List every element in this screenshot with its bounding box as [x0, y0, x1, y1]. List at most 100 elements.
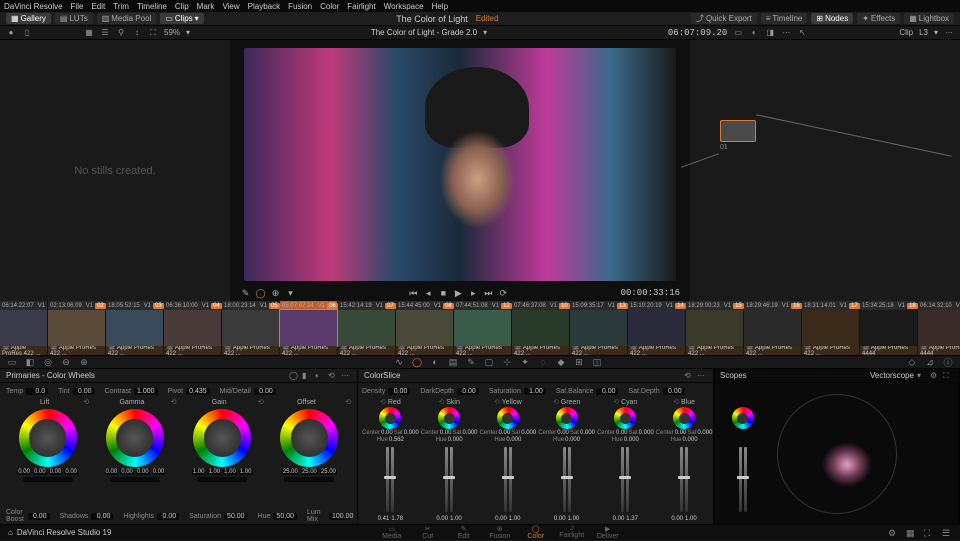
- loop-icon[interactable]: ⟳: [498, 288, 509, 299]
- effects-toggle[interactable]: ✦Effects: [857, 13, 900, 24]
- reset-icon[interactable]: ⟲: [345, 398, 351, 406]
- reset-icon[interactable]: ⟲: [673, 398, 679, 406]
- thumbnail-clip[interactable]: 15:10:20:19V114🎬 Apple ProRes 422 ...: [628, 301, 685, 355]
- slice-wheel[interactable]: [497, 407, 519, 429]
- zoom-pct[interactable]: 59%: [164, 28, 180, 37]
- wheels-icon[interactable]: ◯: [411, 356, 423, 368]
- menu-view[interactable]: View: [222, 2, 239, 11]
- qualifier-icon[interactable]: ✎: [240, 288, 251, 299]
- slice-bottom-values[interactable]: 0.411.78: [378, 516, 403, 522]
- color-wheel[interactable]: [193, 409, 251, 467]
- middetail-value[interactable]: 0.00: [254, 388, 276, 395]
- thumbnail-clip[interactable]: 02:13:06:09V102🎬 Apple ProRes 422 ...: [48, 301, 105, 355]
- thumbnail-clip[interactable]: 18:29:46:19V116🎬 Apple ProRes 422 ...: [744, 301, 801, 355]
- menu-clip[interactable]: Clip: [175, 2, 189, 11]
- cursor-icon[interactable]: ↖: [797, 28, 807, 38]
- play-icon[interactable]: ▶: [453, 288, 464, 299]
- clips-mode-icon[interactable]: ◧: [24, 356, 36, 368]
- clips-toggle[interactable]: ▭Clips▾: [160, 13, 203, 24]
- slice-wheel[interactable]: [614, 407, 636, 429]
- first-frame-icon[interactable]: ⏮: [408, 288, 419, 299]
- chevron-down-icon[interactable]: ▾: [917, 371, 927, 381]
- fullscreen-icon[interactable]: ⛶: [924, 528, 934, 538]
- next-frame-icon[interactable]: ▸: [468, 288, 479, 299]
- highlights-value[interactable]: 0.00: [157, 513, 179, 520]
- menu-fairlight[interactable]: Fairlight: [347, 2, 375, 11]
- list-icon[interactable]: ☰: [100, 28, 110, 38]
- timeline-toggle[interactable]: ≡Timeline: [761, 13, 808, 24]
- more-icon[interactable]: ⋯: [697, 371, 707, 381]
- slice-center[interactable]: Center 0.00 Sat 0.000: [538, 430, 595, 436]
- menu-fusion[interactable]: Fusion: [288, 2, 312, 11]
- slice-center[interactable]: Center 0.00 Sat 0.000: [597, 430, 654, 436]
- qualifier-tool-icon[interactable]: ✎: [465, 356, 477, 368]
- menu-trim[interactable]: Trim: [113, 2, 129, 11]
- menu-workspace[interactable]: Workspace: [384, 2, 424, 11]
- reset-icon[interactable]: ⟲: [613, 398, 619, 406]
- wheel-values[interactable]: 1.001.001.001.00: [192, 469, 253, 475]
- slice-bottom-values[interactable]: 0.001.00: [671, 516, 696, 522]
- reset-icon[interactable]: ⟲: [328, 371, 338, 381]
- reset-icon[interactable]: ⟲: [83, 398, 89, 406]
- more-icon[interactable]: ⋯: [944, 28, 954, 38]
- last-frame-icon[interactable]: ⏭: [483, 288, 494, 299]
- project-manager-icon[interactable]: ▦: [906, 528, 916, 538]
- node-editor[interactable]: 01: [690, 40, 960, 301]
- node-1[interactable]: [720, 120, 756, 142]
- timeline-mode-icon[interactable]: ▭: [6, 356, 18, 368]
- tint-value[interactable]: 0.00: [73, 388, 95, 395]
- rgb-icon[interactable]: ▤: [447, 356, 459, 368]
- slice-sat-value[interactable]: 1.00: [524, 388, 546, 395]
- clip-thumbnails[interactable]: 06:14:22:07V1🎬 Apple ProRes 422 ...02:13…: [0, 301, 960, 355]
- thumbnail-clip[interactable]: 15:09:35:17V113🎬 Apple ProRes 422 ...: [570, 301, 627, 355]
- thumbnail-clip[interactable]: 18:29:00:23V115🎬 Apple ProRes 422 ...: [686, 301, 743, 355]
- wheel-jog[interactable]: [284, 477, 334, 482]
- thumbnail-clip[interactable]: 18:05:52:15V103🎬 Apple ProRes 422 ...: [106, 301, 163, 355]
- page-media[interactable]: ▭Media: [374, 524, 410, 541]
- more-icon[interactable]: ⋯: [341, 371, 351, 381]
- thumbnail-clip[interactable]: 06:14:22:07V1🎬 Apple ProRes 422 ...: [0, 301, 47, 355]
- slice-sliders[interactable]: [538, 443, 595, 516]
- window-icon[interactable]: ▢: [483, 356, 495, 368]
- highlight-icon[interactable]: ◐: [749, 28, 759, 38]
- slice-wheel[interactable]: [673, 407, 695, 429]
- nodes-toggle[interactable]: ⊞Nodes: [811, 13, 853, 24]
- reset-icon[interactable]: ⟲: [684, 371, 694, 381]
- monitor-icon[interactable]: ▭: [733, 28, 743, 38]
- bars-mode-icon[interactable]: ▮: [302, 371, 312, 381]
- slice-sliders[interactable]: [421, 443, 478, 516]
- wheel-jog[interactable]: [110, 477, 160, 482]
- more-icon[interactable]: ⋯: [781, 28, 791, 38]
- slice-wheel[interactable]: [379, 407, 401, 429]
- thumbnail-clip[interactable]: 15:34:25:18V118🎬 Apple ProRes 4444: [860, 301, 917, 355]
- slice-center[interactable]: Center 0.00 Sat 0.000: [656, 430, 713, 436]
- thumbnail-clip[interactable]: 15:44:45:00V108🎬 Apple ProRes 422 ...: [396, 301, 453, 355]
- app-menu[interactable]: DaVinci Resolve: [4, 2, 63, 11]
- keyframe-icon[interactable]: ◇: [906, 356, 918, 368]
- temp-value[interactable]: 0.0: [26, 388, 48, 395]
- slice-bottom-values[interactable]: 0.001.37: [613, 516, 638, 522]
- slice-center[interactable]: Center 0.00 Sat 0.000: [479, 430, 536, 436]
- wipe-icon[interactable]: ◨: [765, 28, 775, 38]
- slice-sliders[interactable]: [597, 443, 654, 516]
- darkdepth-value[interactable]: 0.00: [457, 388, 479, 395]
- reset-icon[interactable]: ⟲: [380, 398, 386, 406]
- density-value[interactable]: 0.00: [388, 388, 410, 395]
- zoom-out-icon[interactable]: ⊖: [60, 356, 72, 368]
- wheels-mode-icon[interactable]: ◯: [289, 371, 299, 381]
- luts-toggle[interactable]: ▤LUTs: [55, 13, 93, 24]
- split-icon[interactable]: ▯: [22, 28, 32, 38]
- expand-icon[interactable]: ⛶: [943, 371, 953, 381]
- preferences-icon[interactable]: ☰: [942, 528, 952, 538]
- reset-icon[interactable]: ⟲: [494, 398, 500, 406]
- pivot-value[interactable]: 0.435: [186, 388, 210, 395]
- mask-icon[interactable]: ◯: [255, 288, 266, 299]
- grid-icon[interactable]: ▦: [84, 28, 94, 38]
- thumbnail-clip[interactable]: 07:46:37:08V110🎬 Apple ProRes 422 ...: [512, 301, 569, 355]
- lummix-value[interactable]: 100.00: [329, 513, 351, 520]
- lightbox-toggle[interactable]: ▦Lightbox: [904, 13, 954, 24]
- info-icon[interactable]: ⓘ: [942, 356, 954, 368]
- grade-title[interactable]: The Color of Light - Grade 2.0: [371, 28, 477, 37]
- satbalance-value[interactable]: 0.00: [596, 388, 618, 395]
- slice-center[interactable]: Center 0.00 Sat 0.000: [421, 430, 478, 436]
